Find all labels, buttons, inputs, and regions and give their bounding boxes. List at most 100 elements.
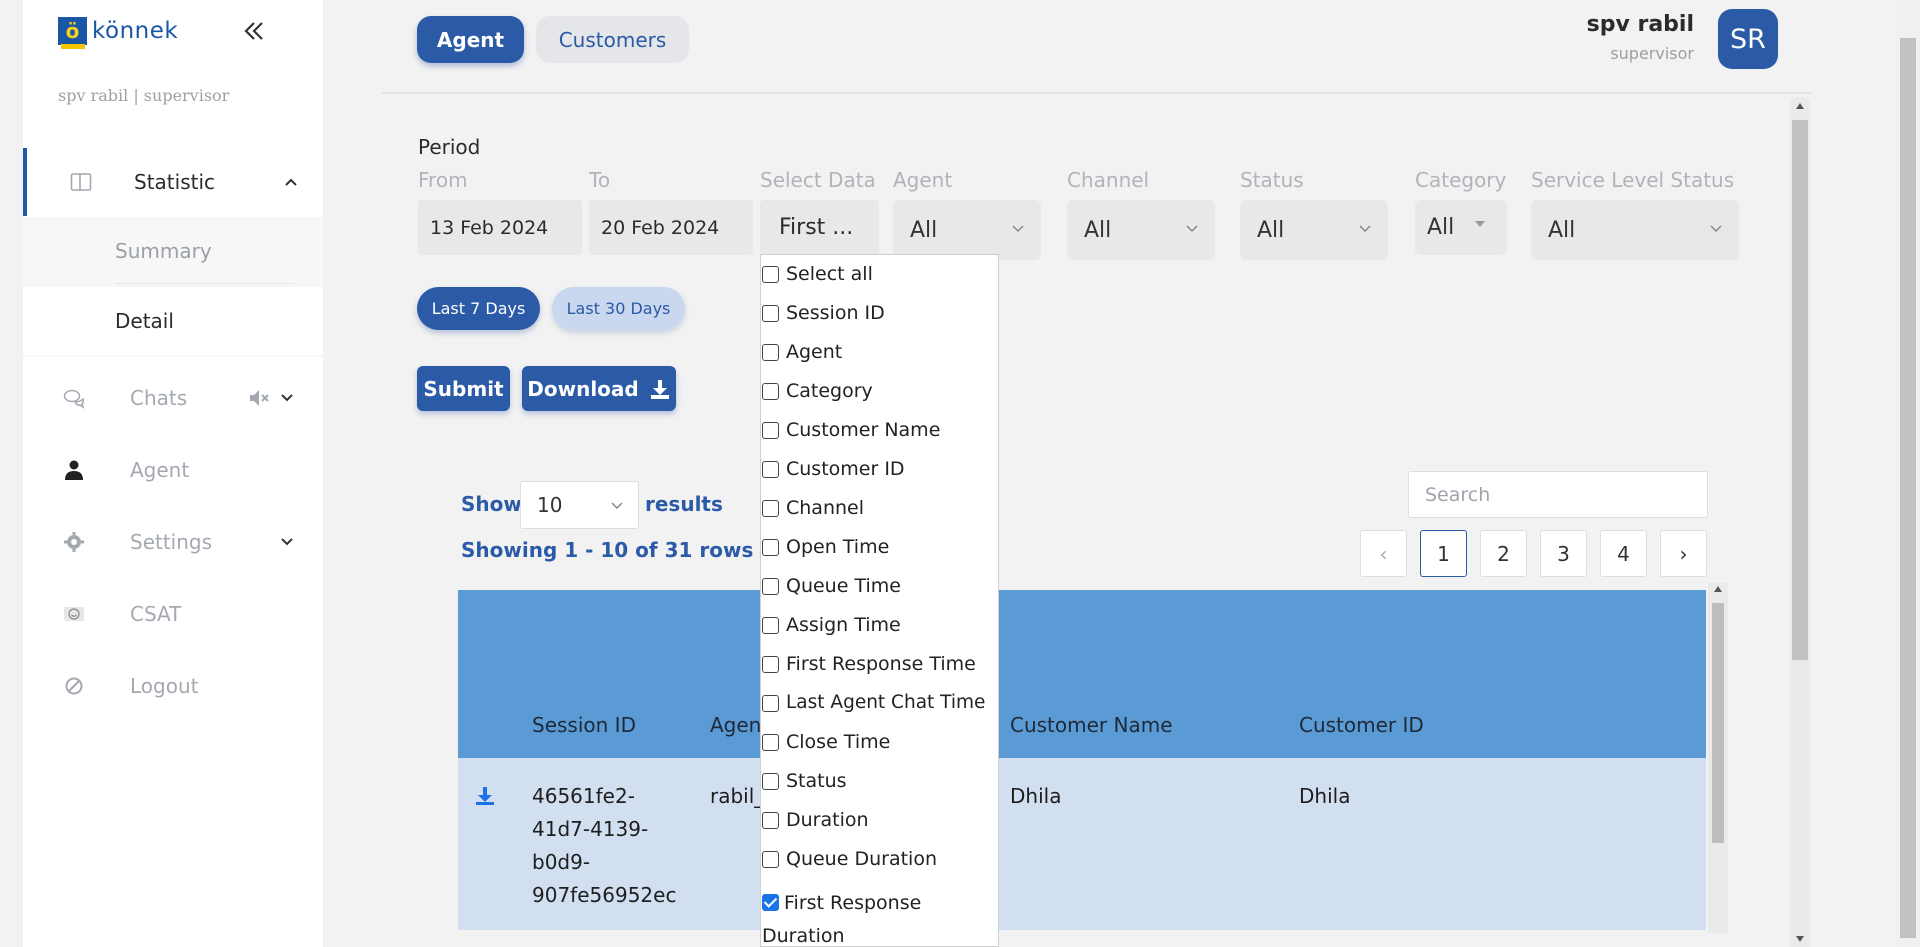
- statistic-submenu: Summary Detail: [23, 217, 323, 357]
- option-agent[interactable]: Agent: [761, 341, 998, 380]
- checkbox[interactable]: [762, 305, 779, 322]
- checkbox[interactable]: [762, 851, 779, 868]
- option-assign-time[interactable]: Assign Time: [761, 614, 998, 653]
- last-7-days-button[interactable]: Last 7 Days: [417, 287, 540, 330]
- layout-icon: [70, 173, 92, 191]
- checkbox[interactable]: [762, 461, 779, 478]
- option-open-time[interactable]: Open Time: [761, 536, 998, 575]
- option-duration[interactable]: Duration: [761, 809, 998, 848]
- content-scrollbar[interactable]: [1790, 98, 1810, 947]
- page-3-button[interactable]: 3: [1540, 530, 1587, 577]
- sidebar-item-agent[interactable]: Agent: [23, 436, 323, 504]
- column-header-customer-name[interactable]: Customer Name: [1010, 713, 1173, 737]
- option-label: Channel: [786, 497, 865, 519]
- checkbox[interactable]: [762, 383, 779, 400]
- sidebar-item-settings[interactable]: Settings: [23, 508, 323, 576]
- status-select[interactable]: All: [1240, 200, 1388, 260]
- checkbox[interactable]: [762, 695, 779, 712]
- option-last-agent-chat-time[interactable]: Last Agent Chat Time: [761, 692, 998, 731]
- checkbox[interactable]: [762, 773, 779, 790]
- checkbox[interactable]: [762, 656, 779, 673]
- checkbox[interactable]: [762, 578, 779, 595]
- next-page-button[interactable]: ›: [1660, 530, 1707, 577]
- download-button[interactable]: Download: [522, 366, 676, 411]
- table-scrollbar[interactable]: [1708, 583, 1728, 933]
- checkbox[interactable]: [762, 422, 779, 439]
- option-category[interactable]: Category: [761, 380, 998, 419]
- checkbox[interactable]: [762, 539, 779, 556]
- option-label: Agent: [786, 341, 843, 363]
- agent-select[interactable]: All: [893, 200, 1041, 260]
- user-role-line: spv rabil | supervisor: [58, 86, 230, 105]
- category-select[interactable]: All: [1415, 200, 1507, 255]
- checkbox[interactable]: [762, 500, 779, 517]
- option-customer-name[interactable]: Customer Name: [761, 419, 998, 458]
- option-customer-id[interactable]: Customer ID: [761, 458, 998, 497]
- caret-down-icon: [1475, 221, 1485, 227]
- table-scrollbar-thumb[interactable]: [1712, 603, 1724, 843]
- search-input[interactable]: [1408, 471, 1708, 518]
- scroll-up-icon[interactable]: [1713, 585, 1723, 593]
- brand-logo[interactable]: ö könnek: [58, 17, 178, 49]
- sidebar-subitem-detail[interactable]: Detail: [23, 287, 323, 355]
- option-first-response-duration[interactable]: First Response Duration: [761, 887, 998, 946]
- page-scrollbar-thumb[interactable]: [1900, 38, 1916, 938]
- column-header-customer-id[interactable]: Customer ID: [1299, 713, 1424, 737]
- sidebar-item-statistic[interactable]: Statistic: [23, 148, 323, 216]
- option-close-time[interactable]: Close Time: [761, 731, 998, 770]
- rows-info: Showing 1 - 10 of 31 rows: [461, 538, 754, 562]
- submit-button[interactable]: Submit: [417, 366, 510, 411]
- page-4-button[interactable]: 4: [1600, 530, 1647, 577]
- from-date-input[interactable]: 13 Feb 2024: [418, 200, 582, 255]
- option-channel[interactable]: Channel: [761, 497, 998, 536]
- select-data-dropdown[interactable]: First ...: [760, 200, 879, 255]
- profile-role: supervisor: [1610, 44, 1694, 63]
- tab-customers[interactable]: Customers: [536, 16, 689, 63]
- option-queue-time[interactable]: Queue Time: [761, 575, 998, 614]
- scroll-up-icon[interactable]: [1795, 102, 1805, 110]
- checkbox[interactable]: [762, 344, 779, 361]
- checkbox[interactable]: [762, 734, 779, 751]
- channel-filter-label: Channel: [1067, 168, 1150, 192]
- option-first-response-time[interactable]: First Response Time: [761, 653, 998, 692]
- option-label: First Response Time: [786, 653, 976, 675]
- cell-session-id-line: b0d9-: [532, 850, 591, 874]
- page-scrollbar[interactable]: [1896, 0, 1920, 947]
- checkbox-checked[interactable]: [762, 894, 779, 911]
- to-date-input[interactable]: 20 Feb 2024: [589, 200, 753, 255]
- option-session-id[interactable]: Session ID: [761, 302, 998, 341]
- tab-agent[interactable]: Agent: [417, 16, 524, 63]
- option-queue-duration[interactable]: Queue Duration: [761, 848, 998, 887]
- option-status[interactable]: Status: [761, 770, 998, 809]
- page-2-button[interactable]: 2: [1480, 530, 1527, 577]
- page-1-button[interactable]: 1: [1420, 530, 1467, 577]
- sidebar-subitem-summary[interactable]: Summary: [23, 217, 323, 285]
- page-size-select[interactable]: 10: [520, 481, 639, 529]
- sidebar-item-chats[interactable]: Chats: [23, 364, 323, 432]
- content-scrollbar-thumb[interactable]: [1792, 120, 1808, 660]
- channel-select[interactable]: All: [1067, 200, 1215, 260]
- option-select-all[interactable]: Select all: [761, 263, 998, 302]
- download-icon[interactable]: [474, 785, 496, 807]
- sidebar-item-label: CSAT: [130, 602, 182, 626]
- sidebar-item-logout[interactable]: Logout: [23, 652, 323, 720]
- service-level-status-select[interactable]: All: [1531, 200, 1739, 260]
- download-label: Download: [527, 376, 639, 401]
- checkbox[interactable]: [762, 812, 779, 829]
- last-30-days-button[interactable]: Last 30 Days: [552, 287, 685, 330]
- sidebar-item-csat[interactable]: CSAT: [23, 580, 323, 648]
- service-level-status-label: Service Level Status: [1531, 168, 1735, 192]
- sidebar: ö könnek spv rabil | supervisor Statisti…: [23, 0, 323, 947]
- collapse-sidebar-icon[interactable]: [241, 18, 267, 44]
- checkbox[interactable]: [762, 617, 779, 634]
- checkbox[interactable]: [762, 266, 779, 283]
- divider: [382, 92, 1812, 94]
- column-header-session-id[interactable]: Session ID: [532, 713, 636, 737]
- avatar[interactable]: SR: [1718, 9, 1778, 69]
- scroll-down-icon[interactable]: [1795, 935, 1805, 943]
- cell-session-id: 46561fe2- 41d7-4139- b0d9- 907fe56952ec: [532, 780, 676, 912]
- brand-mark: ö: [58, 17, 87, 49]
- prev-page-button[interactable]: ‹: [1360, 530, 1407, 577]
- mute-icon[interactable]: [247, 386, 271, 410]
- cell-customer-name: Dhila: [1010, 784, 1062, 808]
